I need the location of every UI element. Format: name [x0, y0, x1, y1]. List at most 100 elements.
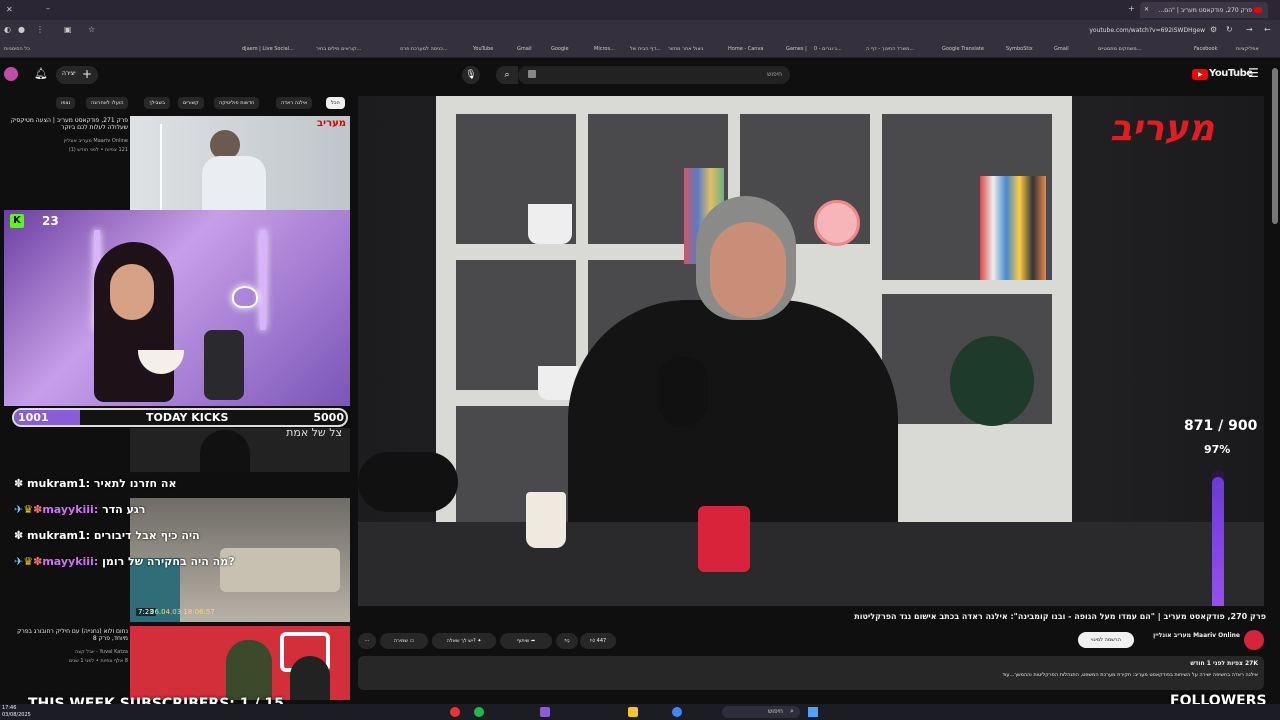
- sidebar-video-thumbnail[interactable]: [130, 626, 350, 700]
- goal-percent: 97%: [1204, 443, 1231, 456]
- bookmark-item[interactable]: Facebook: [1194, 46, 1218, 52]
- sidebar-video-thumbnail[interactable]: מעריב: [130, 116, 350, 210]
- spotify-icon[interactable]: [474, 707, 484, 717]
- profile-icon[interactable]: ●: [18, 25, 25, 34]
- search-icon: ⌕: [790, 707, 794, 715]
- site-info-icon[interactable]: ⚙: [1210, 25, 1217, 34]
- maariv-logo-icon: מעריב: [317, 118, 346, 129]
- app-icon[interactable]: [450, 707, 460, 717]
- subscribe-button[interactable]: הרשמה למינוי: [1078, 632, 1134, 648]
- more-actions-icon[interactable]: ⋯: [358, 633, 376, 649]
- bookmark-item[interactable]: כל הסימניות: [4, 46, 30, 52]
- extensions-puzzle-icon[interactable]: ▣: [64, 25, 72, 34]
- bookmark-item[interactable]: ניצול אתר מחזור: [668, 46, 704, 52]
- bookmark-item[interactable]: Gmail: [1054, 46, 1069, 52]
- green-vase: [950, 336, 1034, 426]
- bookmark-item[interactable]: Google Translate: [942, 46, 984, 52]
- chat-badge-icon: ✈: [14, 555, 24, 568]
- chip-related[interactable]: קשורים: [178, 97, 204, 109]
- new-tab-icon[interactable]: +: [1128, 4, 1135, 13]
- channel-name[interactable]: Maariv Online מעריב אונליין: [1140, 632, 1240, 639]
- bookmark-item[interactable]: דף הבית של...: [630, 46, 661, 52]
- folder-icon[interactable]: [628, 707, 638, 717]
- tab-close-icon[interactable]: ✕: [1144, 6, 1149, 13]
- bookmark-item[interactable]: משחקים מתמטיים...: [1098, 46, 1141, 52]
- kicks-current: 1001: [18, 411, 49, 424]
- notifications-bell-icon[interactable]: 🔔︎: [34, 67, 48, 80]
- bookmark-item[interactable]: djaem | Live Social...: [242, 46, 294, 52]
- video-views: 27K צפיות לפני 1 חודש: [1190, 660, 1258, 667]
- window-minimize-icon[interactable]: –: [46, 4, 50, 13]
- bookmark-star-icon[interactable]: ☆: [88, 25, 95, 34]
- bookmark-item[interactable]: קוראים מילים בחיר...: [316, 46, 361, 52]
- chat-username: mukram1:: [27, 529, 91, 542]
- bookmark-item[interactable]: כניסה למערכת פרס...: [400, 46, 448, 52]
- chip-for-you[interactable]: בשבילך: [144, 97, 170, 109]
- sidebar-video-channel[interactable]: Yuval Katza - יובל קצה: [2, 649, 128, 655]
- create-button[interactable]: יצירה +: [56, 66, 98, 84]
- streamer-webcam: K 23: [4, 210, 350, 406]
- chat-badge-icon: ✽: [14, 529, 28, 542]
- app-icon[interactable]: [540, 707, 550, 717]
- sparkle-icon: ✦: [477, 638, 482, 644]
- forward-icon[interactable]: →: [1246, 25, 1253, 34]
- chat-message: ✈♛✽mayykiii: מה היה בחקירה של רומן?: [14, 555, 235, 568]
- youtube-logo-icon[interactable]: ▶: [1192, 69, 1208, 80]
- bookmark-item[interactable]: משרד החינוך - דף ה...: [866, 46, 914, 52]
- sidebar-thumbnail-dark[interactable]: צל של אמת: [130, 428, 350, 472]
- active-tab[interactable]: ✕ פרק 270, פודקאסט מעריב | "הם...: [1140, 2, 1268, 18]
- search-button-icon[interactable]: ⌕: [496, 66, 518, 84]
- dislike-button[interactable]: 👎︎: [556, 633, 578, 649]
- chip-recently-uploaded[interactable]: הועלו לאחרונה: [86, 97, 129, 109]
- save-button[interactable]: שמירה ▭: [380, 633, 428, 649]
- chat-username: mayykiii:: [42, 555, 99, 568]
- url-field[interactable]: youtube.com/watch?v=692iSWDHgew: [1089, 27, 1205, 34]
- like-button[interactable]: 👍︎ 447: [580, 633, 616, 649]
- bookmark-item[interactable]: Gmail: [517, 46, 532, 52]
- books: [980, 176, 1046, 280]
- bookmark-item[interactable]: Google: [551, 46, 569, 52]
- page-scrollbar[interactable]: [1272, 68, 1278, 224]
- bookmark-item[interactable]: Games |: [786, 46, 807, 52]
- video-description: אילנה ראדה בחשיפה ישירה על השיחות בפודקא…: [1002, 672, 1258, 678]
- bookmark-item[interactable]: SymboStix: [1006, 46, 1033, 52]
- chip-all[interactable]: הכל: [326, 97, 345, 109]
- sidebar-video-title[interactable]: פרק 271, פודקאסט מעריב | הצעה מטיקסיק שע…: [2, 117, 128, 131]
- reload-icon[interactable]: ↻: [1226, 25, 1233, 34]
- window-close-icon[interactable]: ✕: [6, 5, 13, 14]
- keyboard-icon[interactable]: [528, 70, 536, 78]
- avatar[interactable]: [4, 67, 18, 81]
- chip-watched[interactable]: נצפו: [56, 97, 76, 109]
- podcast-microphone: [658, 356, 708, 426]
- video-player[interactable]: מעריב 871 / 900 97%: [358, 96, 1264, 606]
- channel-avatar[interactable]: [1244, 630, 1264, 650]
- chat-message: ✈♛✽mayykiii: רגע הדר: [14, 503, 146, 516]
- back-icon[interactable]: ←: [1264, 25, 1271, 34]
- chip-politics-news[interactable]: חדשות פוליטיקה: [214, 97, 260, 109]
- bookmark-item[interactable]: Micros...: [594, 46, 615, 52]
- bookmark-item[interactable]: ג׳וגרים - 0...: [814, 46, 842, 52]
- share-button[interactable]: שיתוף ➦: [500, 633, 552, 649]
- search-input[interactable]: חיפוש: [518, 66, 790, 84]
- sidebar-video-channel[interactable]: Maariv Online מעריב אונליין: [2, 138, 128, 144]
- hamburger-menu-icon[interactable]: ☰: [1248, 66, 1259, 80]
- voice-search-icon[interactable]: 🎙︎: [462, 66, 480, 84]
- sidebar-video-meta: 121 צפיות • לפני חודש (1): [68, 147, 128, 153]
- chip-ilana-rada[interactable]: אילנה ראדה: [276, 97, 313, 109]
- bookmark-item[interactable]: Home - Canva: [728, 46, 764, 52]
- maariv-mug: [698, 506, 750, 572]
- bookmark-item[interactable]: YouTube: [473, 46, 493, 52]
- address-bar: ◐ ● ⋮ ▣ ☆ youtube.com/watch?v=692iSWDHge…: [0, 20, 1280, 42]
- sidebar-video-title[interactable]: נחום ולוא (נחנייה) עם חיליק רחובורג בפרק…: [2, 628, 128, 642]
- description-box[interactable]: 27K צפיות לפני 1 חודש אילנה ראדה בחשיפה …: [358, 656, 1264, 690]
- taskbar-search[interactable]: חיפוש ⌕: [722, 706, 800, 718]
- bookmark-item[interactable]: אפליקציות: [1236, 46, 1259, 52]
- podcast-microphone: [358, 452, 458, 512]
- menu-dots-icon[interactable]: ⋮: [36, 25, 44, 34]
- extension-icon[interactable]: ◐: [4, 25, 11, 34]
- windows-start-icon[interactable]: [808, 707, 818, 717]
- kicks-label: TODAY KICKS: [146, 411, 229, 424]
- chrome-icon[interactable]: [672, 707, 682, 717]
- ask-button[interactable]: יש לך שאלה? ✦: [432, 633, 496, 649]
- alarm-clock: [814, 200, 860, 246]
